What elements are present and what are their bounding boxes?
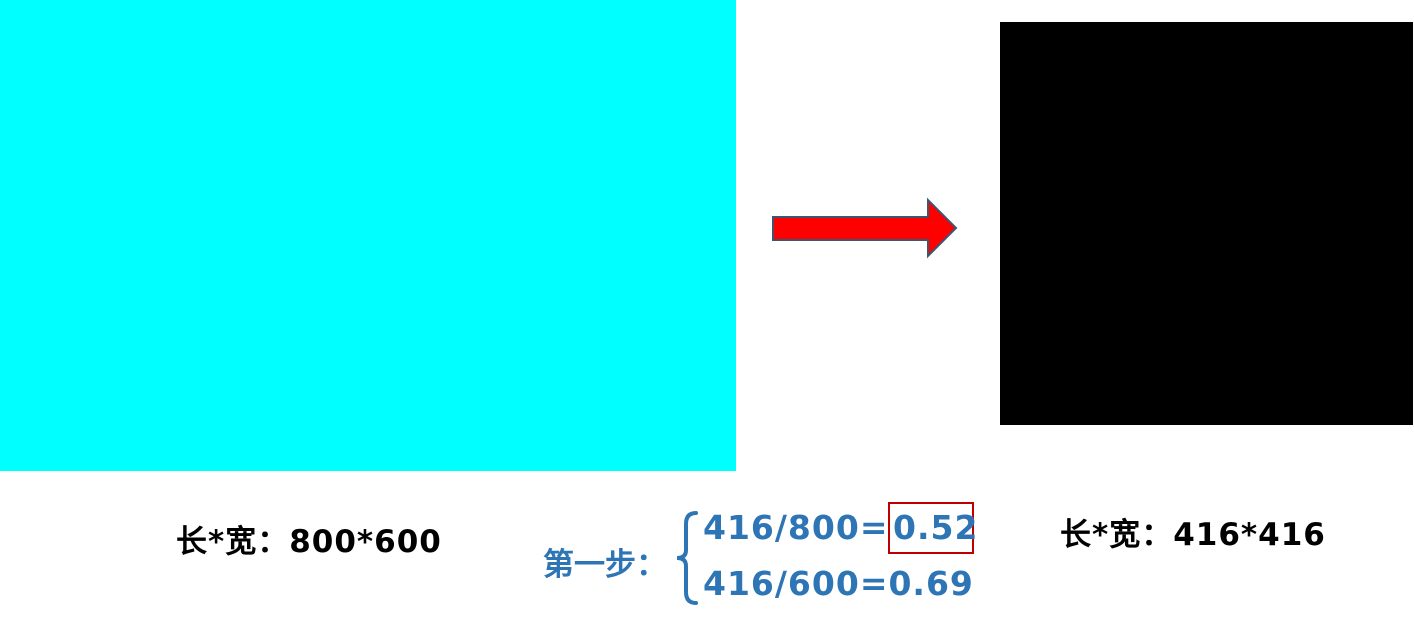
target-image-rect [1000,22,1413,425]
equation-1-result: 0.52 [893,508,979,547]
source-dimension-label: 长*宽：800*600 [176,524,442,560]
left-brace-icon [676,511,698,605]
equation-2: 416/600=0.69 [703,564,974,603]
source-image-rect [0,0,736,471]
right-arrow-icon [772,197,958,259]
step-label: 第一步： [543,547,667,583]
equation-1: 416/800= [703,508,889,547]
target-dimension-label: 长*宽：416*416 [1060,517,1326,553]
